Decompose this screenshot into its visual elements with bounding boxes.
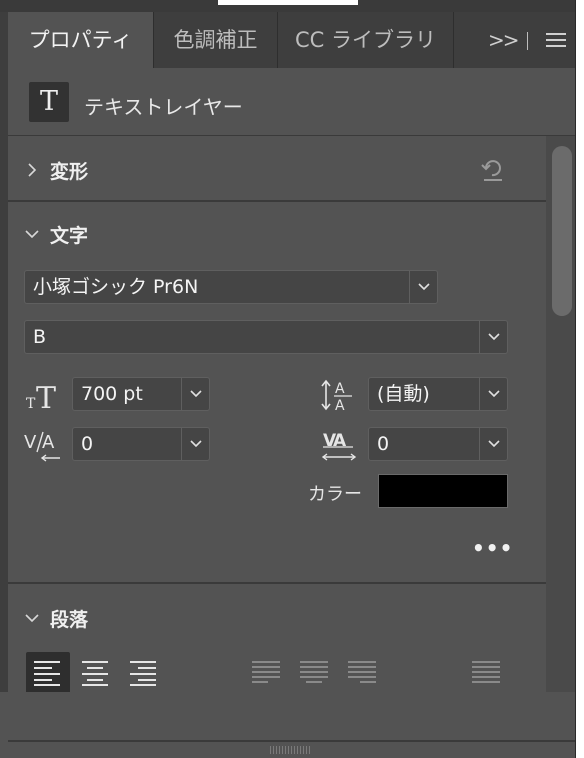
align-right-icon	[130, 661, 156, 686]
justify-left-button[interactable]	[244, 652, 288, 694]
tab-separator	[527, 32, 528, 50]
chevron-down-icon[interactable]	[409, 271, 437, 303]
character-section-header[interactable]: 文字	[8, 216, 546, 252]
chevron-down-icon[interactable]	[22, 224, 42, 244]
leading-icon: A A	[321, 379, 352, 412]
font-size-value[interactable]: 700 pt	[81, 378, 143, 410]
justify-all-icon	[472, 661, 500, 683]
left-edge	[0, 68, 8, 758]
svg-text:A: A	[42, 432, 55, 453]
svg-text:A: A	[335, 381, 345, 397]
top-strip	[0, 0, 575, 12]
align-right-button[interactable]	[122, 652, 166, 694]
tab-properties[interactable]: プロパティ	[8, 12, 154, 68]
paragraph-title: 段落	[50, 609, 89, 631]
panel-bottom-divider	[8, 740, 575, 742]
justify-left-icon	[252, 661, 280, 683]
align-center-button[interactable]	[74, 652, 118, 694]
more-options-icon[interactable]: •••	[472, 536, 513, 560]
kerning-dropdown[interactable]: 0	[72, 427, 210, 461]
svg-text:V: V	[24, 432, 37, 453]
kerning-icon: V A	[24, 431, 60, 462]
align-center-icon	[82, 661, 108, 686]
panel-menu-icon[interactable]	[546, 33, 566, 47]
svg-text:T: T	[36, 381, 56, 414]
transform-section-header[interactable]: 変形	[8, 152, 546, 188]
reset-transform-icon[interactable]	[478, 156, 506, 184]
panel-tab-bar: プロパティ 色調補正 CC ライブラリ >>	[0, 12, 575, 68]
text-color-swatch[interactable]	[378, 474, 508, 508]
color-label: カラー	[308, 484, 362, 505]
chevron-down-icon[interactable]	[181, 378, 209, 410]
properties-panel: プロパティ 色調補正 CC ライブラリ >> T テキストレイヤー 変形 文字 …	[0, 0, 576, 758]
leading-dropdown[interactable]: (自動)	[368, 377, 508, 411]
chevron-down-icon[interactable]	[479, 321, 507, 353]
justify-center-button[interactable]	[292, 652, 336, 694]
tab-cc-libraries[interactable]: CC ライブラリ	[278, 12, 454, 68]
font-size-icon: T T	[26, 381, 56, 414]
paragraph-section-header[interactable]: 段落	[8, 600, 546, 636]
tracking-dropdown[interactable]: 0	[368, 427, 508, 461]
character-title: 文字	[50, 225, 89, 247]
chevron-down-icon[interactable]	[479, 428, 507, 460]
justify-center-icon	[300, 661, 328, 683]
kerning-value[interactable]: 0	[81, 428, 93, 460]
tracking-value[interactable]: 0	[377, 428, 389, 460]
font-style-dropdown[interactable]: B	[24, 320, 508, 354]
tab-adjustments[interactable]: 色調補正	[154, 12, 278, 68]
justify-all-button[interactable]	[464, 652, 508, 694]
svg-text:VA: VA	[323, 431, 347, 451]
svg-text:T: T	[26, 396, 36, 412]
scrollbar-thumb[interactable]	[552, 146, 572, 316]
tracking-icon: VA	[321, 431, 357, 461]
leading-value[interactable]: (自動)	[377, 378, 430, 410]
section-divider	[8, 582, 546, 584]
font-family-value: 小塚ゴシック Pr6N	[33, 276, 199, 298]
chevron-down-icon[interactable]	[181, 428, 209, 460]
text-layer-icon: T	[29, 82, 69, 122]
svg-text:A: A	[335, 398, 345, 412]
chevron-right-icon[interactable]	[22, 160, 42, 180]
transform-title: 変形	[50, 161, 89, 183]
layer-type-header: T テキストレイヤー	[8, 68, 575, 136]
font-style-value: B	[33, 326, 47, 348]
font-family-dropdown[interactable]: 小塚ゴシック Pr6N	[24, 270, 438, 304]
font-size-dropdown[interactable]: 700 pt	[72, 377, 210, 411]
section-divider	[8, 200, 546, 202]
chevron-down-icon[interactable]	[479, 378, 507, 410]
more-tabs-icon[interactable]: >>	[488, 12, 519, 68]
align-left-icon	[34, 661, 60, 686]
layer-type-label: テキストレイヤー	[84, 95, 243, 119]
resize-grip-icon[interactable]	[270, 746, 310, 754]
justify-right-icon	[348, 661, 376, 683]
chevron-down-icon[interactable]	[22, 608, 42, 628]
align-left-button[interactable]	[26, 652, 70, 694]
justify-right-button[interactable]	[340, 652, 384, 694]
